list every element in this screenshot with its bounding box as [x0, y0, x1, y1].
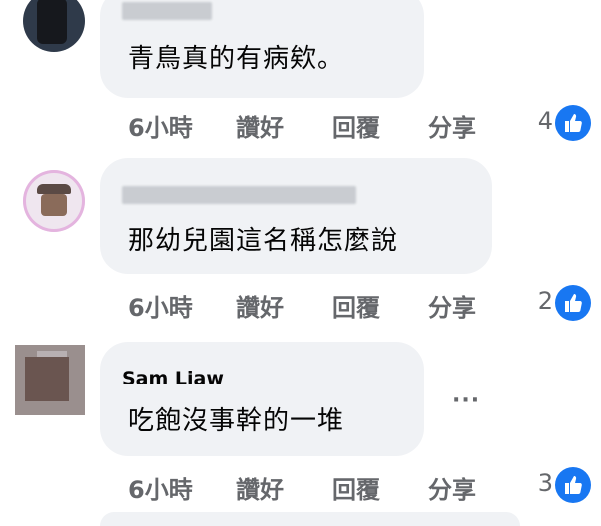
more-options-icon[interactable]: ···: [452, 388, 480, 413]
comment-time[interactable]: 6小時: [128, 108, 193, 143]
reply-button[interactable]: 回覆: [332, 108, 380, 143]
commenter-avatar[interactable]: [23, 170, 85, 232]
like-button[interactable]: 讚好: [236, 288, 284, 323]
reaction-summary[interactable]: 4: [531, 105, 591, 141]
commenter-avatar[interactable]: [23, 0, 85, 52]
comment-text: 吃飽沒事幹的一堆: [128, 406, 345, 436]
comment-bubble: 那幼兒園這名稱怎麼說: [100, 158, 492, 274]
reaction-summary[interactable]: 3: [531, 467, 591, 503]
thumbs-up-icon: [555, 285, 591, 321]
reply-button[interactable]: 回覆: [332, 470, 380, 505]
share-button[interactable]: 分享: [428, 108, 476, 143]
reaction-count: 2: [537, 287, 553, 315]
reaction-count: 4: [537, 107, 553, 135]
commenter-name-blurred[interactable]: [122, 186, 356, 204]
share-button[interactable]: 分享: [428, 470, 476, 505]
comment-time[interactable]: 6小時: [128, 288, 193, 323]
comment-text: 青鳥真的有病欸。: [128, 44, 345, 74]
thumbs-up-icon: [555, 467, 591, 503]
like-button[interactable]: 讚好: [236, 108, 284, 143]
commenter-name-blurred[interactable]: [122, 2, 212, 20]
comment-bubble: 青鳥真的有病欸。: [100, 0, 424, 98]
reply-button[interactable]: 回覆: [332, 288, 380, 323]
comment-bubble: Sam Liaw 吃飽沒事幹的一堆: [100, 342, 424, 456]
next-comment-bubble: [100, 512, 520, 526]
reaction-summary[interactable]: 2: [531, 285, 591, 321]
comment-time[interactable]: 6小時: [128, 470, 193, 505]
share-button[interactable]: 分享: [428, 288, 476, 323]
thumbs-up-icon: [555, 105, 591, 141]
commenter-name[interactable]: Sam Liaw: [122, 370, 224, 384]
reaction-count: 3: [537, 469, 553, 497]
like-button[interactable]: 讚好: [236, 470, 284, 505]
comment-text: 那幼兒園這名稱怎麼說: [128, 226, 399, 256]
commenter-avatar[interactable]: [15, 345, 85, 415]
